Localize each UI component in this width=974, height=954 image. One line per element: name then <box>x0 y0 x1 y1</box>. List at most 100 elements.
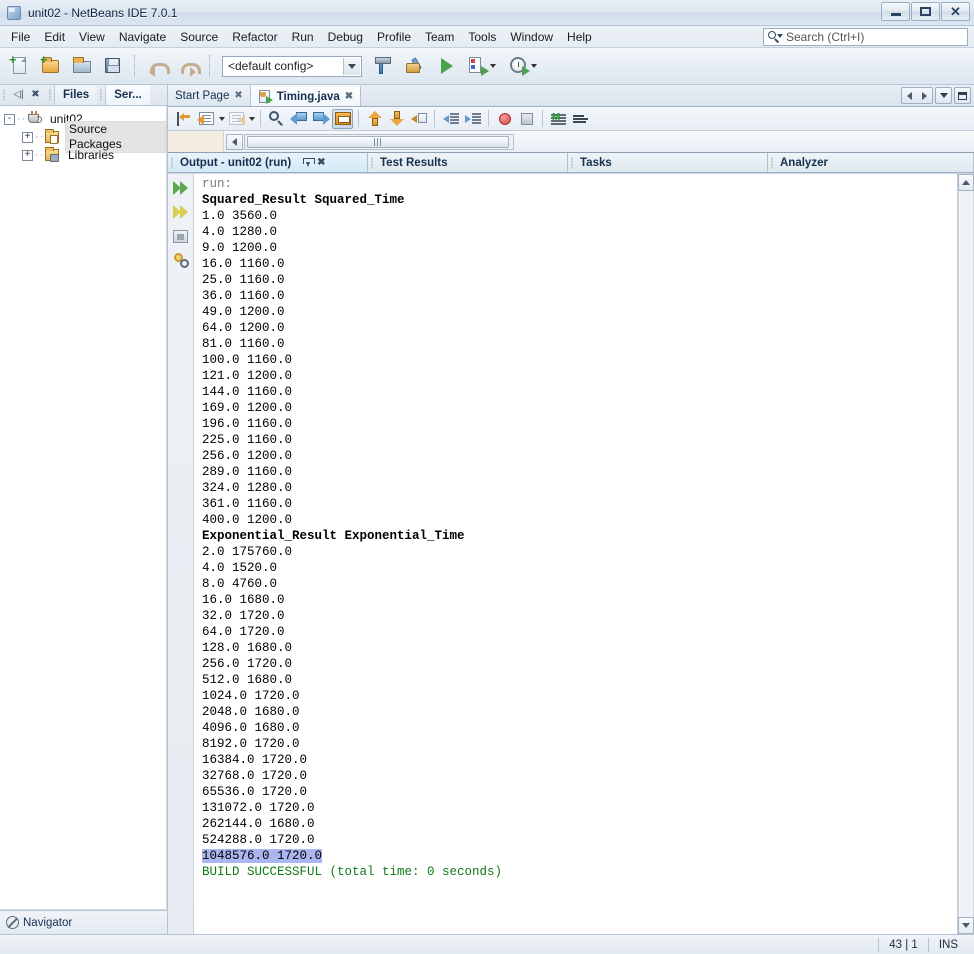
output-line: 131072.0 1720.0 <box>202 801 315 815</box>
search-input[interactable]: Search (Ctrl+I) <box>783 30 864 44</box>
navigator-label: Navigator <box>23 916 73 929</box>
inspect-hierarchy-button[interactable] <box>570 109 591 129</box>
editor-toolbar-separator-3 <box>434 110 435 127</box>
close-output-icon[interactable]: ✖ <box>317 157 325 168</box>
menu-run[interactable]: Run <box>285 28 321 46</box>
rerun-alt-button[interactable] <box>171 202 191 222</box>
redo-button[interactable] <box>174 52 202 80</box>
next-bookmark-button[interactable] <box>310 109 331 129</box>
search-box[interactable]: Search (Ctrl+I) <box>763 28 968 46</box>
forward-dropdown-icon[interactable] <box>249 116 255 121</box>
menu-tools[interactable]: Tools <box>461 28 503 46</box>
previous-bookmark-button[interactable] <box>288 109 309 129</box>
close-button[interactable]: ✕ <box>941 2 970 21</box>
collapse-expander-icon[interactable]: - <box>4 113 15 125</box>
profile-project-button[interactable] <box>503 52 541 80</box>
chevron-down-icon[interactable] <box>343 57 360 75</box>
output-text-area[interactable]: run: Squared_Result Squared_Time 1.0 3560.… <box>194 174 957 934</box>
save-all-button[interactable] <box>99 52 127 80</box>
output-line: 100.0 1160.0 <box>202 353 293 367</box>
menu-file[interactable]: File <box>4 28 37 46</box>
start-macro-recording-button[interactable] <box>494 109 515 129</box>
back-button[interactable] <box>196 109 217 129</box>
navigator-panel[interactable]: Navigator <box>0 910 167 934</box>
maximize-button[interactable] <box>911 2 940 21</box>
tab-services[interactable]: Ser... <box>105 85 150 105</box>
scroll-up-button[interactable] <box>958 174 974 191</box>
output-line: 49.0 1200.0 <box>202 305 285 319</box>
prev-tab-icon[interactable] <box>907 91 912 100</box>
expand-expander-icon-2[interactable]: + <box>22 149 33 161</box>
menu-window[interactable]: Window <box>503 28 560 46</box>
build-project-button[interactable] <box>369 52 397 80</box>
vertical-scrollbar-track[interactable] <box>958 191 974 917</box>
panel-grip[interactable] <box>0 85 8 105</box>
open-project-button[interactable] <box>68 52 96 80</box>
shift-left-button[interactable] <box>440 109 461 129</box>
new-file-button[interactable]: + <box>6 52 34 80</box>
output-line: 400.0 1200.0 <box>202 513 293 527</box>
tab-output-unit02-run[interactable]: Output - unit02 (run) ✖ <box>168 153 368 172</box>
shift-right-button[interactable] <box>462 109 483 129</box>
menu-help[interactable]: Help <box>560 28 599 46</box>
minimize-button[interactable] <box>881 2 910 21</box>
stop-macro-recording-button[interactable] <box>516 109 537 129</box>
tab-scroll-buttons[interactable] <box>901 87 933 104</box>
scroll-left-button[interactable] <box>226 133 243 150</box>
find-selection-button[interactable] <box>266 109 287 129</box>
pin-icon[interactable] <box>303 157 316 168</box>
back-dropdown-icon[interactable] <box>219 116 225 121</box>
close-icon-2[interactable]: ✖ <box>345 91 353 102</box>
forward-button[interactable] <box>226 109 247 129</box>
new-project-button[interactable]: + <box>37 52 65 80</box>
tab-analyzer[interactable]: Analyzer <box>768 153 974 172</box>
tree-node-source-packages[interactable]: + ·· Source Packages <box>4 121 166 153</box>
close-panel-icon[interactable]: ✖ <box>29 89 42 102</box>
tab-files[interactable]: Files <box>54 85 98 105</box>
output-line: 256.0 1720.0 <box>202 657 293 671</box>
debug-project-button[interactable] <box>462 52 500 80</box>
debug-dropdown-icon[interactable] <box>489 64 496 68</box>
tab-test-results[interactable]: Test Results <box>368 153 568 172</box>
inspect-members-button[interactable]: M <box>548 109 569 129</box>
files-tab-grip <box>46 85 54 105</box>
minimize-panel-icon[interactable]: ◁| <box>12 89 25 102</box>
menu-source[interactable]: Source <box>173 28 225 46</box>
rerun-button[interactable] <box>171 178 191 198</box>
toggle-rectangular-selection-button[interactable] <box>332 108 353 129</box>
menu-edit[interactable]: Edit <box>37 28 72 46</box>
tab-start-page[interactable]: Start Page ✖ <box>168 85 251 106</box>
horizontal-scrollbar[interactable] <box>244 133 514 150</box>
close-icon[interactable]: ✖ <box>234 90 242 101</box>
clean-build-button[interactable] <box>400 52 428 80</box>
menu-navigate[interactable]: Navigate <box>112 28 173 46</box>
menu-team[interactable]: Team <box>418 28 461 46</box>
menu-debug[interactable]: Debug <box>321 28 370 46</box>
libraries-icon <box>44 147 61 163</box>
shift-left-icon <box>442 112 459 125</box>
run-project-button[interactable] <box>431 52 459 80</box>
undo-button[interactable] <box>143 52 171 80</box>
menu-view[interactable]: View <box>72 28 112 46</box>
profile-dropdown-icon[interactable] <box>530 64 537 68</box>
last-edit-button[interactable] <box>174 109 195 129</box>
output-settings-button[interactable] <box>171 250 191 270</box>
menu-profile[interactable]: Profile <box>370 28 418 46</box>
tab-list-dropdown-button[interactable] <box>935 87 952 104</box>
scroll-down-button[interactable] <box>958 917 974 934</box>
previous-error-button[interactable] <box>364 109 385 129</box>
maximize-window-button[interactable] <box>954 87 971 104</box>
menu-refactor[interactable]: Refactor <box>225 28 284 46</box>
toggle-bookmark-button[interactable] <box>408 109 429 129</box>
output-vertical-scrollbar[interactable] <box>957 174 974 934</box>
horizontal-scrollbar-thumb[interactable] <box>247 135 509 148</box>
tab-timing-java[interactable]: Timing.java ✖ <box>250 85 362 106</box>
stop-process-button[interactable] <box>171 226 191 246</box>
expand-expander-icon[interactable]: + <box>22 131 33 143</box>
back-icon <box>197 112 214 125</box>
rerun-alt-icon <box>172 205 189 219</box>
tab-tasks[interactable]: Tasks <box>568 153 768 172</box>
configuration-dropdown[interactable]: <default config> <box>222 55 362 77</box>
next-error-button[interactable] <box>386 109 407 129</box>
next-tab-icon[interactable] <box>922 91 927 100</box>
